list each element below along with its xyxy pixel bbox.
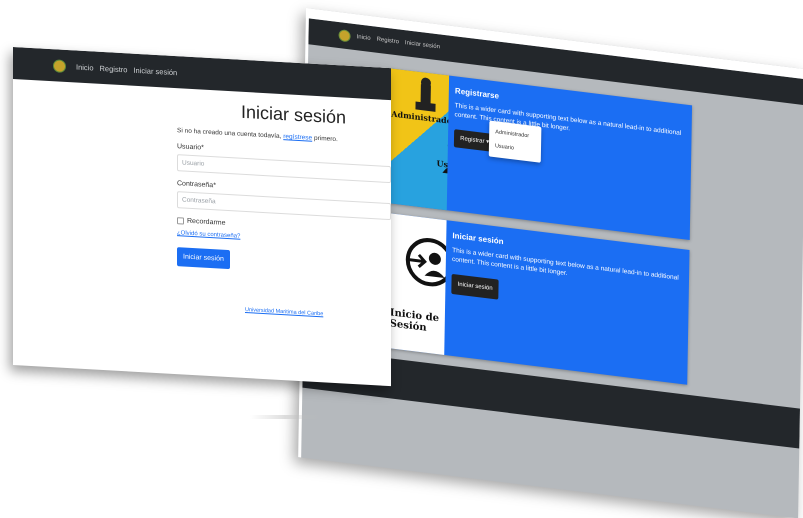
admin-icon [415,77,436,112]
footer-link[interactable]: Universidad Maritima del Caribe [245,307,323,317]
login-icon [405,238,447,287]
register-dropdown-menu: Administrador Usuario [488,120,542,163]
remember-label: Recordarme [187,217,226,227]
back-nav-item-registro[interactable]: Registro [377,37,399,46]
back-nav-item-inicio[interactable]: Inicio [357,34,371,42]
login-card: Inicio de Sesión Iniciar sesión This is … [381,212,690,385]
front-nav-item-registro[interactable]: Registro [100,63,128,74]
login-form: Iniciar sesión Si no ha creado una cuent… [177,98,391,278]
footer-reflection [250,415,320,419]
university-seal-icon [338,29,351,43]
register-prompt-prefix: Si no ha creado una cuenta todavía, [177,127,282,141]
register-card-body: Registrarse This is a wider card with su… [447,76,692,240]
university-seal-icon [53,58,66,73]
front-nav-item-login[interactable]: Iniciar sesión [133,65,177,76]
register-prompt: Si no ha creado una cuenta todavía, regí… [177,127,391,146]
register-prompt-suffix: primero. [313,134,338,144]
login-card-button[interactable]: Iniciar sesión [451,274,499,301]
login-card-body: Iniciar sesión This is a wider card with… [444,220,689,384]
remember-checkbox[interactable] [177,217,184,225]
page-title: Iniciar sesión [241,101,347,128]
login-submit-button[interactable]: Iniciar sesión [177,247,230,270]
register-dropdown-label: Registrar [460,136,485,146]
register-link[interactable]: regístrese [283,133,312,142]
login-card-image: Inicio de Sesión [381,212,447,356]
back-nav-item-login[interactable]: Iniciar sesión [405,40,440,50]
front-nav-item-inicio[interactable]: Inicio [76,62,94,72]
front-screenshot: Inicio Registro Iniciar sesión Iniciar s… [13,47,391,387]
register-card-image: Administrador Usuario [383,67,450,211]
